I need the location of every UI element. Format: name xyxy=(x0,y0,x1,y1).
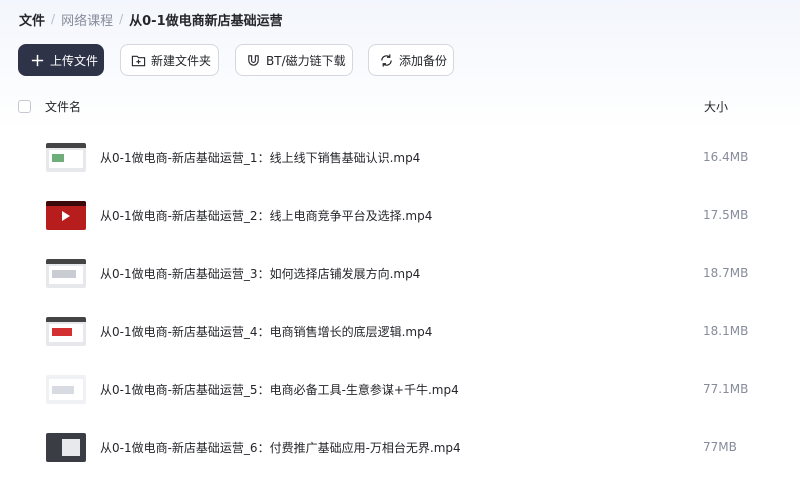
file-name[interactable]: 从0-1做电商-新店基础运营_5：电商必备工具-生意参谋+千牛.mp4 xyxy=(100,381,459,398)
breadcrumb-separator: / xyxy=(119,12,124,26)
file-row[interactable]: 从0-1做电商-新店基础运营_6：付费推广基础应用-万相台无界.mp4 77MB xyxy=(0,418,800,476)
play-icon xyxy=(62,210,70,221)
new-folder-button-label: 新建文件夹 xyxy=(151,53,212,68)
video-thumbnail xyxy=(46,258,86,288)
file-name[interactable]: 从0-1做电商-新店基础运营_4：电商销售增长的底层逻辑.mp4 xyxy=(100,323,432,340)
file-row[interactable]: 从0-1做电商-新店基础运营_5：电商必备工具-生意参谋+千牛.mp4 77.1… xyxy=(0,360,800,418)
video-thumbnail xyxy=(46,200,86,230)
table-header: 文件名 大小 xyxy=(18,97,782,115)
file-name[interactable]: 从0-1做电商-新店基础运营_1：线上线下销售基础认识.mp4 xyxy=(100,149,420,166)
file-row[interactable]: 从0-1做电商-新店基础运营_2：线上电商竞争平台及选择.mp4 17.5MB xyxy=(0,186,800,244)
column-header-name[interactable]: 文件名 xyxy=(45,98,81,115)
toolbar: 上传文件 新建文件夹 BT/磁力链下载 添加备份 xyxy=(18,44,454,76)
file-name[interactable]: 从0-1做电商-新店基础运营_3：如何选择店铺发展方向.mp4 xyxy=(100,265,420,282)
file-name[interactable]: 从0-1做电商-新店基础运营_2：线上电商竞争平台及选择.mp4 xyxy=(100,207,432,224)
video-thumbnail xyxy=(46,142,86,172)
sync-icon xyxy=(379,52,394,68)
bt-download-button-label: BT/磁力链下载 xyxy=(266,53,346,68)
file-row[interactable]: 从0-1做电商-新店基础运营_4：电商销售增长的底层逻辑.mp4 18.1MB xyxy=(0,302,800,360)
file-size: 18.7MB xyxy=(703,266,749,280)
add-backup-button[interactable]: 添加备份 xyxy=(368,44,454,76)
file-name[interactable]: 从0-1做电商-新店基础运营_6：付费推广基础应用-万相台无界.mp4 xyxy=(100,439,461,456)
breadcrumb: 文件 / 网络课程 / 从0-1做电商新店基础运营 xyxy=(19,9,283,29)
bt-download-button[interactable]: BT/磁力链下载 xyxy=(235,44,353,76)
upload-button[interactable]: 上传文件 xyxy=(18,44,104,76)
file-row[interactable]: 从0-1做电商-新店基础运营_1：线上线下销售基础认识.mp4 16.4MB xyxy=(0,128,800,186)
add-backup-button-label: 添加备份 xyxy=(399,53,448,68)
column-header-size[interactable]: 大小 xyxy=(704,98,728,115)
file-size: 16.4MB xyxy=(703,150,749,164)
file-size: 77.1MB xyxy=(703,382,749,396)
video-thumbnail xyxy=(46,374,86,404)
breadcrumb-separator: / xyxy=(51,12,56,26)
file-row[interactable]: 从0-1做电商-新店基础运营_3：如何选择店铺发展方向.mp4 18.7MB xyxy=(0,244,800,302)
magnet-icon xyxy=(246,52,261,68)
folder-plus-icon xyxy=(131,52,146,68)
video-thumbnail xyxy=(46,316,86,346)
file-size: 17.5MB xyxy=(703,208,749,222)
breadcrumb-folder[interactable]: 网络课程 xyxy=(61,10,113,29)
new-folder-button[interactable]: 新建文件夹 xyxy=(120,44,219,76)
select-all-checkbox[interactable] xyxy=(18,99,31,113)
file-size: 18.1MB xyxy=(703,324,749,338)
file-size: 77MB xyxy=(703,440,737,454)
upload-button-label: 上传文件 xyxy=(50,53,99,68)
video-thumbnail xyxy=(46,432,86,462)
breadcrumb-root[interactable]: 文件 xyxy=(19,10,45,29)
plus-icon xyxy=(29,52,45,68)
breadcrumb-current: 从0-1做电商新店基础运营 xyxy=(129,13,283,29)
